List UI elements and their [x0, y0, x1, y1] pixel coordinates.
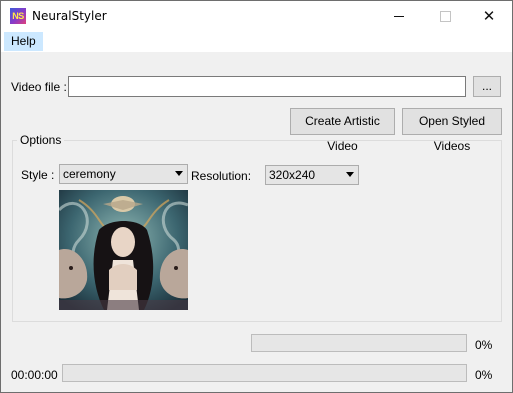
- progress-primary-percent: 0%: [475, 338, 493, 352]
- minimize-button[interactable]: [376, 1, 422, 31]
- style-dropdown-value: ceremony: [63, 167, 116, 181]
- progress-bar-secondary: [62, 364, 467, 382]
- chevron-down-icon: [175, 171, 183, 176]
- create-artistic-video-button[interactable]: Create Artistic Video: [290, 108, 395, 153]
- title-bar[interactable]: NS NeuralStyler ✕: [1, 1, 512, 31]
- style-dropdown[interactable]: ceremony: [59, 164, 188, 184]
- close-icon: ✕: [482, 7, 496, 25]
- resolution-dropdown[interactable]: 320x240: [265, 165, 359, 185]
- video-file-input[interactable]: [68, 76, 466, 97]
- progress-secondary-percent: 0%: [475, 368, 493, 382]
- menu-bar: Help: [1, 31, 512, 53]
- open-styled-videos-button[interactable]: Open Styled Videos: [402, 108, 502, 153]
- browse-button[interactable]: ...: [473, 76, 501, 97]
- resolution-label: Resolution:: [191, 169, 252, 183]
- main-window: NS NeuralStyler ✕ Help Video file : ... …: [0, 0, 513, 393]
- style-preview-artwork: [59, 190, 188, 310]
- options-group-title: Options: [17, 133, 65, 147]
- chevron-down-icon: [346, 172, 354, 177]
- video-file-label: Video file :: [11, 80, 67, 94]
- elapsed-time: 00:00:00: [11, 368, 58, 382]
- style-preview-image: [59, 190, 188, 310]
- maximize-icon: [439, 10, 451, 22]
- style-label: Style :: [21, 168, 55, 182]
- app-icon: NS: [10, 8, 26, 24]
- progress-bar-primary: [251, 334, 467, 352]
- close-button[interactable]: ✕: [466, 1, 512, 31]
- window-title: NeuralStyler: [32, 9, 107, 23]
- minimize-icon: [394, 15, 404, 17]
- resolution-dropdown-value: 320x240: [269, 168, 316, 182]
- maximize-button[interactable]: [422, 1, 468, 31]
- menu-item-help[interactable]: Help: [4, 32, 43, 51]
